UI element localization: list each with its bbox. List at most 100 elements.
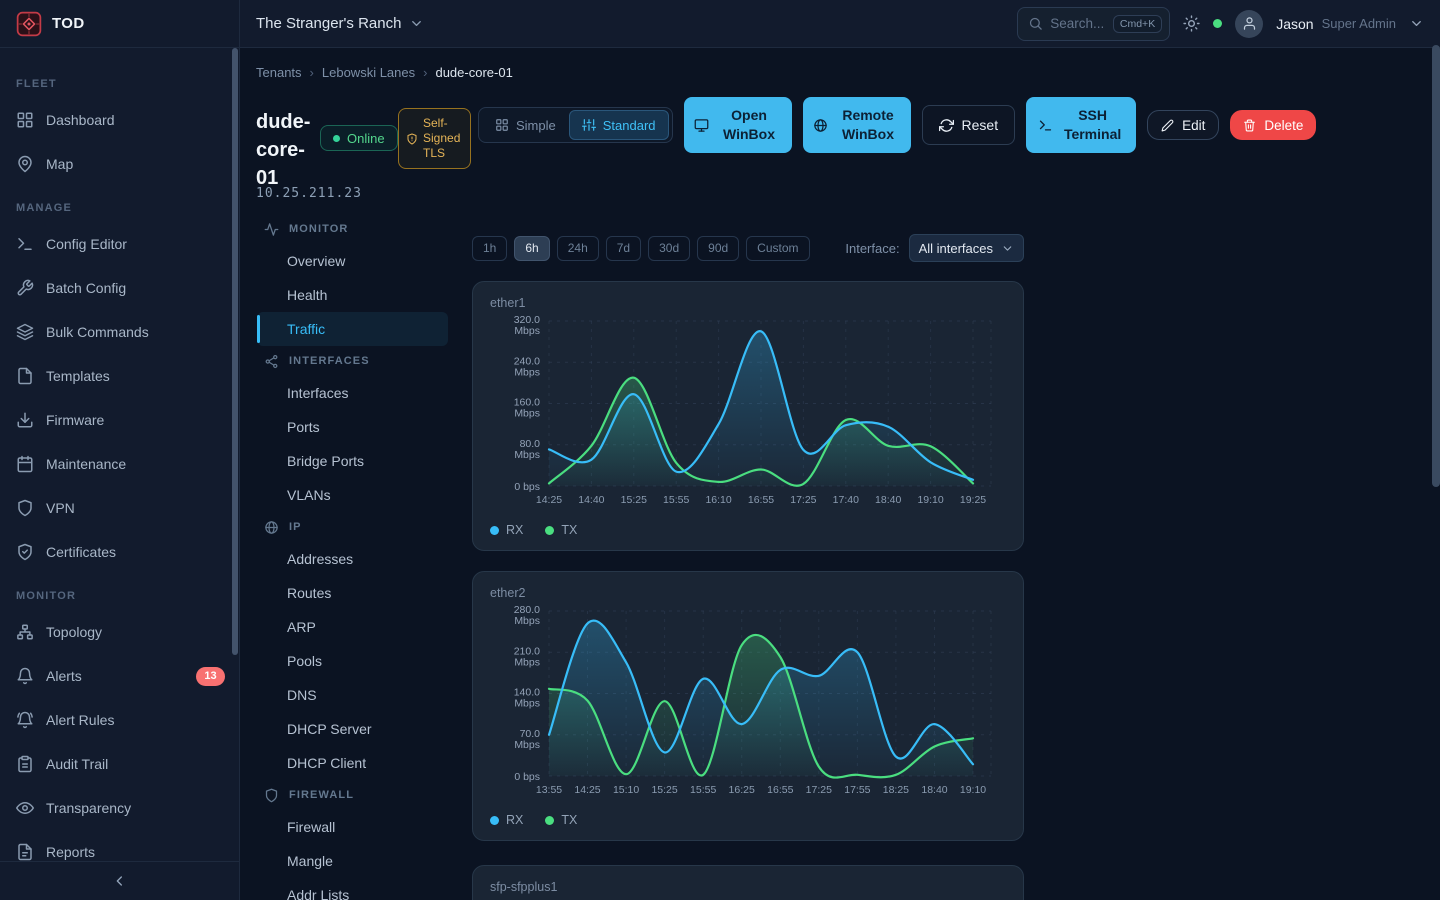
main-scrollbar-thumb[interactable]: [1432, 45, 1440, 487]
svg-text:Mbps: Mbps: [514, 698, 540, 710]
sidebar-item-alerts[interactable]: Alerts13: [0, 654, 239, 698]
wrench-icon: [16, 279, 34, 297]
interface-select[interactable]: All interfaces: [909, 234, 1024, 262]
range-button-custom[interactable]: Custom: [746, 236, 809, 261]
user-menu-button[interactable]: [1409, 16, 1424, 31]
range-button-90d[interactable]: 90d: [697, 236, 739, 261]
range-button-24h[interactable]: 24h: [557, 236, 599, 261]
breadcrumb-item-lebowski-lanes[interactable]: Lebowski Lanes: [322, 65, 415, 80]
search-input[interactable]: Search... Cmd+K: [1017, 7, 1170, 41]
subnav-item-ports[interactable]: Ports: [257, 410, 448, 444]
svg-text:0 bps: 0 bps: [514, 481, 540, 493]
shield-icon: [264, 788, 279, 803]
range-button-7d[interactable]: 7d: [606, 236, 641, 261]
sidebar-item-templates[interactable]: Templates: [0, 354, 239, 398]
subnav-item-health[interactable]: Health: [257, 278, 448, 312]
view-mode-simple-button[interactable]: Simple: [482, 110, 569, 140]
map-pin-icon: [16, 155, 34, 173]
avatar[interactable]: [1235, 10, 1263, 38]
sidebar-item-dashboard[interactable]: Dashboard: [0, 98, 239, 142]
delete-button[interactable]: Delete: [1230, 110, 1316, 140]
sidebar-item-alert-rules[interactable]: Alert Rules: [0, 698, 239, 742]
alerts-count-badge: 13: [196, 667, 225, 686]
sidebar-item-reports[interactable]: Reports: [0, 830, 239, 862]
sidebar-item-certificates[interactable]: Certificates: [0, 530, 239, 574]
breadcrumb-item-dude-core-01: dude-core-01: [435, 65, 512, 80]
edit-label: Edit: [1182, 118, 1205, 133]
subnav-item-overview[interactable]: Overview: [257, 244, 448, 278]
reset-button[interactable]: Reset: [922, 105, 1016, 145]
subnav-group-label: MONITOR: [289, 223, 348, 235]
subnav-item-dhcp-client[interactable]: DHCP Client: [257, 746, 448, 780]
sliders-icon: [582, 118, 596, 132]
svg-text:17:55: 17:55: [844, 784, 870, 796]
device-ip: 10.25.211.23: [256, 186, 362, 201]
subnav-item-addresses[interactable]: Addresses: [257, 542, 448, 576]
sidebar-item-batch-config[interactable]: Batch Config: [0, 266, 239, 310]
sidebar-collapse-button[interactable]: [0, 861, 239, 900]
subnav-group-label: IP: [289, 521, 302, 533]
monitor-icon: [694, 118, 709, 133]
sidebar-scrollbar-thumb[interactable]: [232, 48, 238, 655]
subnav-item-interfaces[interactable]: Interfaces: [257, 376, 448, 410]
file-text-icon: [16, 843, 34, 861]
sidebar-item-transparency[interactable]: Transparency: [0, 786, 239, 830]
sidebar-item-vpn[interactable]: VPN: [0, 486, 239, 530]
subnav-group-ip: IP: [257, 512, 448, 542]
svg-text:18:40: 18:40: [875, 494, 901, 506]
svg-text:16:10: 16:10: [705, 494, 731, 506]
subnav-item-pools[interactable]: Pools: [257, 644, 448, 678]
subnav-item-dhcp-server[interactable]: DHCP Server: [257, 712, 448, 746]
terminal-icon: [16, 235, 34, 253]
chart-legend: RXTX: [490, 523, 577, 537]
range-button-1h[interactable]: 1h: [472, 236, 507, 261]
breadcrumb-item-tenants[interactable]: Tenants: [256, 65, 302, 80]
svg-text:19:25: 19:25: [960, 494, 986, 506]
subnav-item-bridge-ports[interactable]: Bridge Ports: [257, 444, 448, 478]
ssh-terminal-button[interactable]: SSH Terminal: [1026, 97, 1136, 153]
subnav-item-routes[interactable]: Routes: [257, 576, 448, 610]
svg-text:16:55: 16:55: [767, 784, 793, 796]
svg-text:Mbps: Mbps: [514, 325, 540, 337]
open-winbox-button[interactable]: Open WinBox: [684, 97, 792, 153]
subnav-group-interfaces: INTERFACES: [257, 346, 448, 376]
range-button-30d[interactable]: 30d: [648, 236, 690, 261]
interface-select-value: All interfaces: [919, 241, 993, 256]
page-title: dude-core-01: [256, 108, 326, 192]
topology-icon: [16, 623, 34, 641]
sidebar-item-config-editor[interactable]: Config Editor: [0, 222, 239, 266]
subnav-item-arp[interactable]: ARP: [257, 610, 448, 644]
tenant-selector[interactable]: The Stranger's Ranch: [256, 15, 424, 32]
view-mode-standard-button[interactable]: Standard: [569, 110, 669, 140]
sidebar-item-topology[interactable]: Topology: [0, 610, 239, 654]
subnav-item-traffic[interactable]: Traffic: [257, 312, 448, 346]
sidebar-item-label: Transparency: [46, 800, 131, 816]
sidebar-item-firmware[interactable]: Firmware: [0, 398, 239, 442]
subnav-item-firewall[interactable]: Firewall: [257, 810, 448, 844]
sidebar-section-label-manage: MANAGE: [16, 202, 223, 214]
legend-label: TX: [561, 523, 577, 537]
chevron-down-icon: [409, 16, 424, 31]
subnav-item-mangle[interactable]: Mangle: [257, 844, 448, 878]
subnav-item-addr-lists[interactable]: Addr Lists: [257, 878, 448, 900]
theme-toggle-button[interactable]: [1183, 15, 1200, 32]
sidebar-item-maintenance[interactable]: Maintenance: [0, 442, 239, 486]
sidebar-item-audit-trail[interactable]: Audit Trail: [0, 742, 239, 786]
breadcrumb: Tenants›Lebowski Lanes›dude-core-01: [256, 65, 513, 80]
shield-alert-icon: [406, 133, 418, 145]
user-icon: [1242, 16, 1257, 31]
layers-icon: [16, 323, 34, 341]
app-name: TOD: [52, 15, 85, 32]
subnav-item-dns[interactable]: DNS: [257, 678, 448, 712]
network-icon: [264, 354, 279, 369]
legend-item-rx: RX: [490, 813, 523, 827]
sidebar-item-bulk-commands[interactable]: Bulk Commands: [0, 310, 239, 354]
sidebar-item-label: Maintenance: [46, 456, 126, 472]
svg-text:17:25: 17:25: [806, 784, 832, 796]
sidebar-item-map[interactable]: Map: [0, 142, 239, 186]
subnav-item-vlans[interactable]: VLANs: [257, 478, 448, 512]
range-button-6h[interactable]: 6h: [514, 236, 549, 261]
chart-title-sfp-sfpplus1: sfp-sfpplus1: [490, 880, 557, 894]
edit-button[interactable]: Edit: [1147, 110, 1219, 140]
remote-winbox-button[interactable]: Remote WinBox: [803, 97, 911, 153]
